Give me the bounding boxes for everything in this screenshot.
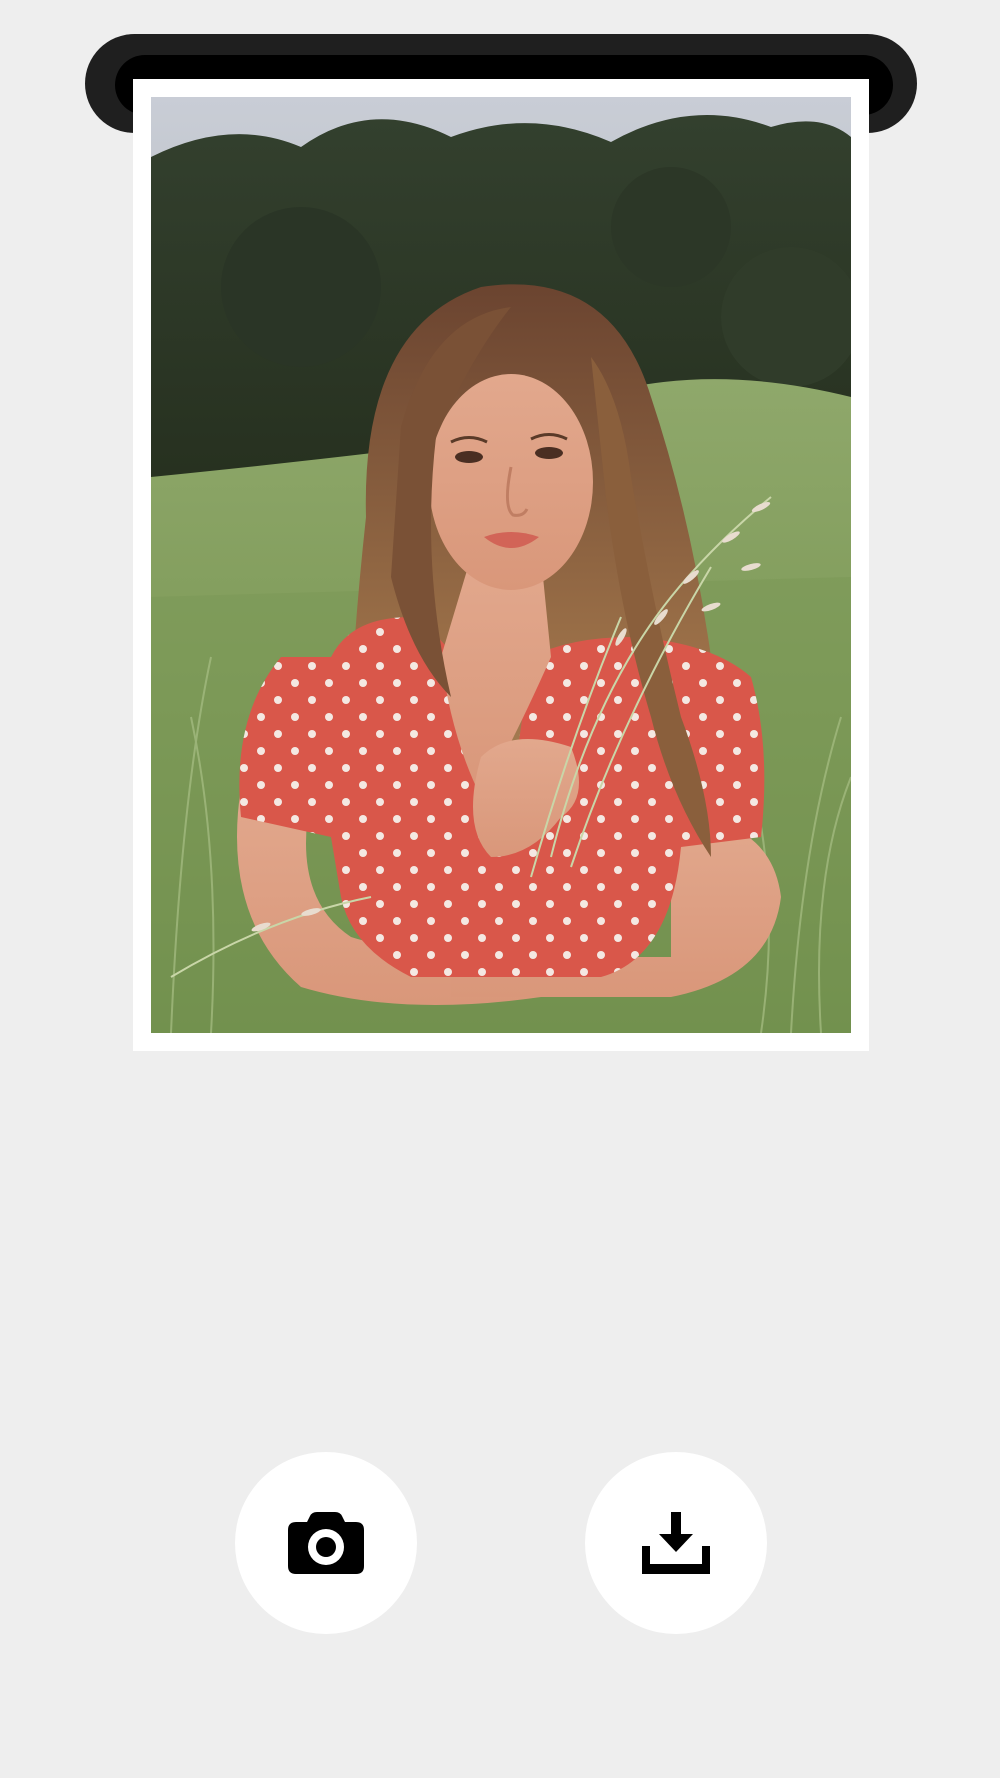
- camera-button[interactable]: [235, 1452, 417, 1634]
- photo-print: [133, 79, 869, 1051]
- camera-icon: [288, 1512, 364, 1574]
- printed-photo: [151, 97, 851, 1033]
- download-icon: [642, 1512, 710, 1574]
- download-button[interactable]: [585, 1452, 767, 1634]
